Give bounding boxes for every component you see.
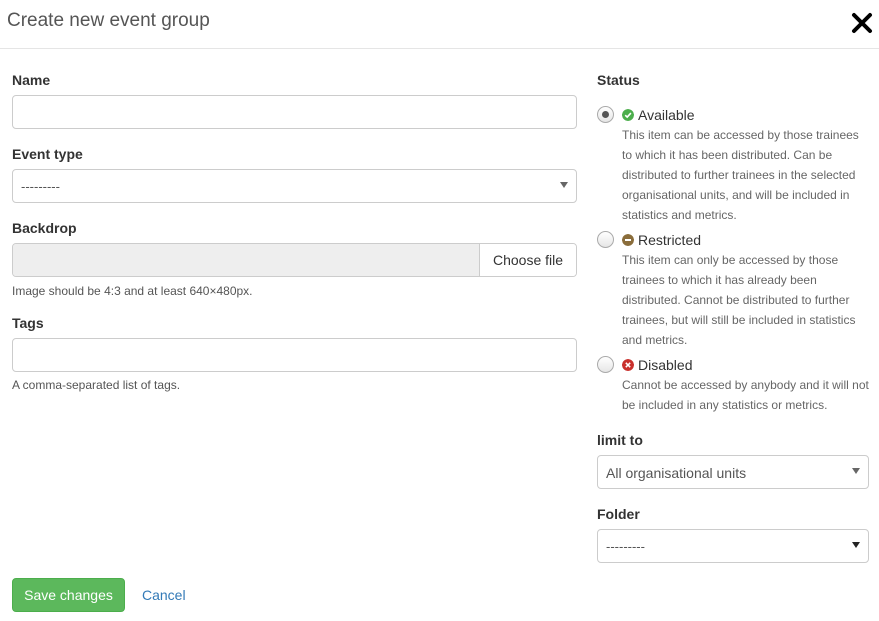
status-disabled-description: Cannot be accessed by anybody and it wil… [622, 378, 869, 412]
close-icon[interactable] [848, 9, 876, 37]
status-disabled-radio[interactable] [597, 356, 614, 373]
status-restricted-label: Restricted [638, 232, 702, 248]
status-disabled-label: Disabled [638, 357, 693, 373]
status-label: Status [597, 72, 640, 88]
minus-circle-icon [622, 234, 634, 246]
chevron-down-icon [852, 542, 860, 548]
name-input[interactable] [12, 95, 577, 129]
name-label: Name [12, 72, 51, 88]
modal-header: Create new event group [0, 0, 879, 49]
save-changes-button[interactable]: Save changes [12, 578, 125, 612]
folder-select[interactable]: --------- [597, 529, 869, 563]
status-available-description: This item can be accessed by those train… [622, 128, 859, 222]
check-circle-icon [622, 109, 634, 121]
limit-to-value: All organisational units [606, 465, 747, 481]
backdrop-file-name [13, 244, 480, 276]
event-type-value: --------- [21, 179, 60, 194]
limit-to-label: limit to [597, 432, 643, 448]
chevron-down-icon [560, 182, 568, 188]
folder-label: Folder [597, 506, 640, 522]
cancel-link[interactable]: Cancel [142, 587, 186, 603]
status-available-label: Available [638, 107, 695, 123]
tags-label: Tags [12, 315, 44, 331]
backdrop-file-input[interactable]: Choose file [12, 243, 577, 277]
choose-file-button[interactable]: Choose file [480, 244, 576, 276]
times-circle-icon [622, 359, 634, 371]
tags-input[interactable] [12, 338, 577, 372]
chevron-down-icon [852, 468, 860, 474]
modal-title: Create new event group [7, 10, 210, 31]
event-type-select[interactable]: --------- [12, 169, 577, 203]
backdrop-label: Backdrop [12, 220, 77, 236]
status-restricted-radio[interactable] [597, 231, 614, 248]
event-type-label: Event type [12, 146, 83, 162]
status-restricted-description: This item can only be accessed by those … [622, 253, 856, 347]
tags-help-text: A comma-separated list of tags. [12, 378, 181, 392]
status-available-radio[interactable] [597, 106, 614, 123]
limit-to-select[interactable]: All organisational units [597, 455, 869, 489]
folder-value: --------- [606, 539, 645, 554]
backdrop-help-text: Image should be 4:3 and at least 640×480… [12, 284, 253, 298]
